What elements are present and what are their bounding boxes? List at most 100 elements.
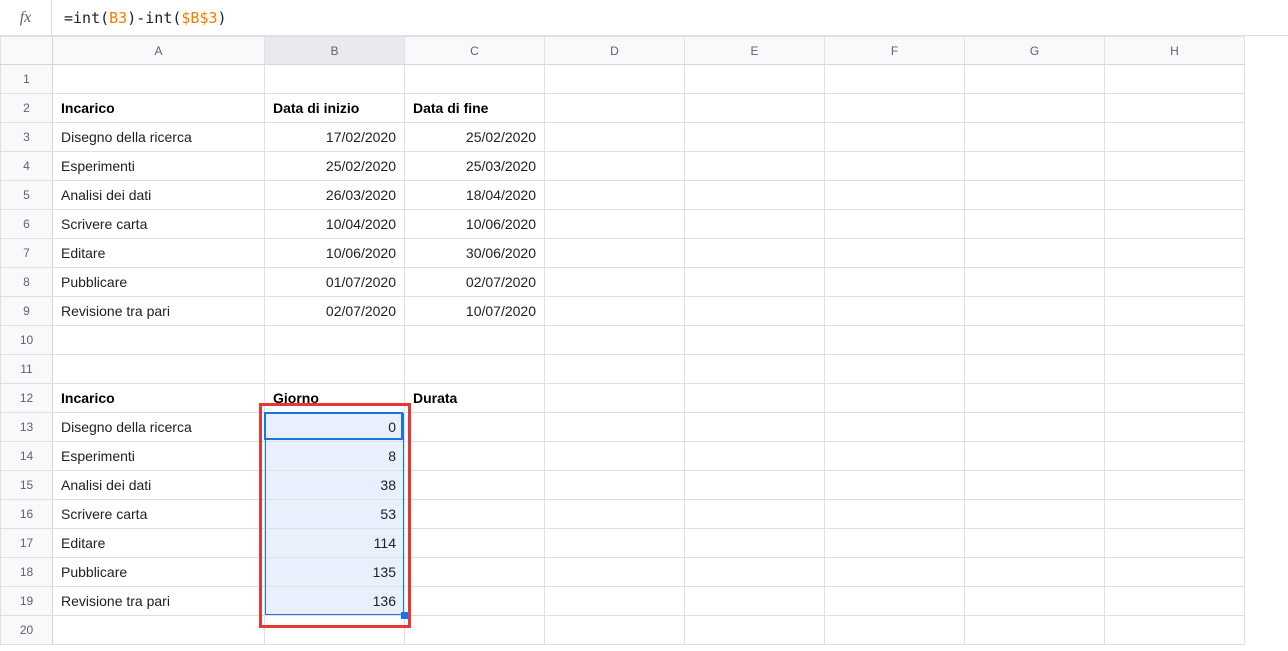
cell-H15[interactable] <box>1105 471 1245 500</box>
row-header-12[interactable]: 12 <box>1 384 53 413</box>
cell-C11[interactable] <box>405 355 545 384</box>
row-header-2[interactable]: 2 <box>1 94 53 123</box>
cell-D16[interactable] <box>545 500 685 529</box>
cell-F6[interactable] <box>825 210 965 239</box>
cell-E3[interactable] <box>685 123 825 152</box>
row-header-16[interactable]: 16 <box>1 500 53 529</box>
cell-G20[interactable] <box>965 616 1105 645</box>
row-header-13[interactable]: 13 <box>1 413 53 442</box>
cell-A6[interactable]: Scrivere carta <box>53 210 265 239</box>
row-header-4[interactable]: 4 <box>1 152 53 181</box>
cell-D3[interactable] <box>545 123 685 152</box>
cell-G12[interactable] <box>965 384 1105 413</box>
cell-D14[interactable] <box>545 442 685 471</box>
cell-B5[interactable]: 26/03/2020 <box>265 181 405 210</box>
cell-F8[interactable] <box>825 268 965 297</box>
column-header-D[interactable]: D <box>545 37 685 65</box>
cell-H14[interactable] <box>1105 442 1245 471</box>
column-header-G[interactable]: G <box>965 37 1105 65</box>
column-header-A[interactable]: A <box>53 37 265 65</box>
cell-A19[interactable]: Revisione tra pari <box>53 587 265 616</box>
cell-A17[interactable]: Editare <box>53 529 265 558</box>
cell-F1[interactable] <box>825 65 965 94</box>
cell-G14[interactable] <box>965 442 1105 471</box>
cell-D1[interactable] <box>545 65 685 94</box>
cell-E20[interactable] <box>685 616 825 645</box>
cell-H1[interactable] <box>1105 65 1245 94</box>
cell-F11[interactable] <box>825 355 965 384</box>
cell-D19[interactable] <box>545 587 685 616</box>
row-header-5[interactable]: 5 <box>1 181 53 210</box>
cell-B17[interactable]: 114 <box>265 529 405 558</box>
cell-G10[interactable] <box>965 326 1105 355</box>
cell-H11[interactable] <box>1105 355 1245 384</box>
cell-B11[interactable] <box>265 355 405 384</box>
cell-D4[interactable] <box>545 152 685 181</box>
cell-B19[interactable]: 136 <box>265 587 405 616</box>
cell-E18[interactable] <box>685 558 825 587</box>
cell-A4[interactable]: Esperimenti <box>53 152 265 181</box>
row-header-1[interactable]: 1 <box>1 65 53 94</box>
cell-H16[interactable] <box>1105 500 1245 529</box>
cell-A5[interactable]: Analisi dei dati <box>53 181 265 210</box>
cell-C15[interactable] <box>405 471 545 500</box>
cell-A1[interactable] <box>53 65 265 94</box>
cell-F19[interactable] <box>825 587 965 616</box>
cell-H6[interactable] <box>1105 210 1245 239</box>
cell-E2[interactable] <box>685 94 825 123</box>
cell-E4[interactable] <box>685 152 825 181</box>
fill-handle[interactable] <box>401 612 408 619</box>
cell-A2[interactable]: Incarico <box>53 94 265 123</box>
row-header-9[interactable]: 9 <box>1 297 53 326</box>
cell-E8[interactable] <box>685 268 825 297</box>
cell-G11[interactable] <box>965 355 1105 384</box>
cell-C1[interactable] <box>405 65 545 94</box>
cell-F4[interactable] <box>825 152 965 181</box>
cell-C8[interactable]: 02/07/2020 <box>405 268 545 297</box>
cell-G16[interactable] <box>965 500 1105 529</box>
cell-B16[interactable]: 53 <box>265 500 405 529</box>
cell-D9[interactable] <box>545 297 685 326</box>
cell-E15[interactable] <box>685 471 825 500</box>
cell-B3[interactable]: 17/02/2020 <box>265 123 405 152</box>
cell-A14[interactable]: Esperimenti <box>53 442 265 471</box>
cell-B13[interactable]: 0 <box>265 413 405 442</box>
cell-G5[interactable] <box>965 181 1105 210</box>
cell-C17[interactable] <box>405 529 545 558</box>
cell-G13[interactable] <box>965 413 1105 442</box>
cell-H18[interactable] <box>1105 558 1245 587</box>
cell-F10[interactable] <box>825 326 965 355</box>
cell-G1[interactable] <box>965 65 1105 94</box>
cell-F13[interactable] <box>825 413 965 442</box>
cell-H13[interactable] <box>1105 413 1245 442</box>
cell-H17[interactable] <box>1105 529 1245 558</box>
cell-F7[interactable] <box>825 239 965 268</box>
cell-G17[interactable] <box>965 529 1105 558</box>
formula-input[interactable]: =int(B3)-int($B$3) <box>52 0 1288 35</box>
column-header-F[interactable]: F <box>825 37 965 65</box>
cell-B10[interactable] <box>265 326 405 355</box>
cell-D20[interactable] <box>545 616 685 645</box>
row-header-11[interactable]: 11 <box>1 355 53 384</box>
cell-E13[interactable] <box>685 413 825 442</box>
cell-C3[interactable]: 25/02/2020 <box>405 123 545 152</box>
column-header-H[interactable]: H <box>1105 37 1245 65</box>
cell-B12[interactable]: Giorno <box>265 384 405 413</box>
cell-B9[interactable]: 02/07/2020 <box>265 297 405 326</box>
cell-A20[interactable] <box>53 616 265 645</box>
cell-D6[interactable] <box>545 210 685 239</box>
row-header-8[interactable]: 8 <box>1 268 53 297</box>
cell-D15[interactable] <box>545 471 685 500</box>
cell-E17[interactable] <box>685 529 825 558</box>
cell-E1[interactable] <box>685 65 825 94</box>
cell-C18[interactable] <box>405 558 545 587</box>
cell-F16[interactable] <box>825 500 965 529</box>
cell-C9[interactable]: 10/07/2020 <box>405 297 545 326</box>
row-header-18[interactable]: 18 <box>1 558 53 587</box>
cell-D2[interactable] <box>545 94 685 123</box>
row-header-17[interactable]: 17 <box>1 529 53 558</box>
cell-H7[interactable] <box>1105 239 1245 268</box>
cell-E14[interactable] <box>685 442 825 471</box>
cell-H9[interactable] <box>1105 297 1245 326</box>
cell-A10[interactable] <box>53 326 265 355</box>
